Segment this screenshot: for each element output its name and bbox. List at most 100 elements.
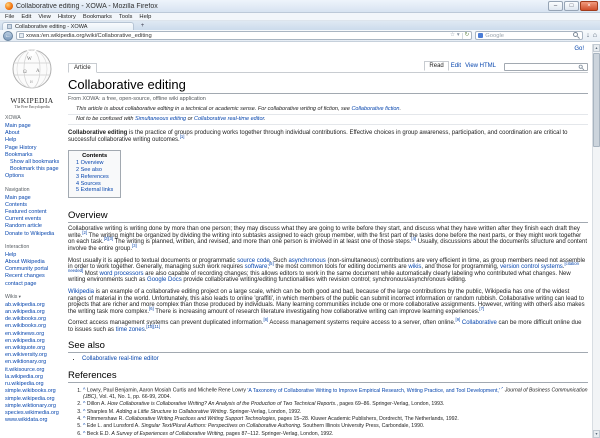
sidebar-link[interactable]: an.wikipedia.org <box>5 309 64 316</box>
sidebar-link[interactable]: Main page <box>5 123 64 130</box>
bookmark-star-icon[interactable] <box>450 33 455 39</box>
title-bar[interactable]: Collaborative editing - XOWA - Mozilla F… <box>0 0 600 13</box>
sidebar-link[interactable]: en.wikiversity.org <box>5 352 64 359</box>
sidebar-link[interactable]: en.wikipedia.org <box>5 338 64 345</box>
toc-item[interactable]: 1 Overview <box>76 160 113 167</box>
sidebar-link[interactable]: it.wikisource.org <box>5 367 64 374</box>
article-link[interactable]: source code <box>237 258 270 264</box>
sidebar-link[interactable]: About <box>5 130 64 137</box>
article-link[interactable]: Simultaneous editing <box>135 116 186 122</box>
scrollbar-thumb[interactable] <box>593 53 600 147</box>
sidebar-link[interactable]: Current events <box>5 216 64 223</box>
sidebar-link[interactable]: Contents <box>5 202 64 209</box>
tab-article[interactable]: Article <box>68 63 97 73</box>
toc-item[interactable]: 2 See also <box>76 167 113 174</box>
sidebar-section-title[interactable]: Wikis ▾ <box>5 294 64 300</box>
citation-link[interactable]: [2][3] <box>104 236 113 241</box>
maximize-button[interactable] <box>564 1 579 11</box>
url-input[interactable]: xowa:/en.wikipedia.org/wiki/Collaborativ… <box>26 33 448 39</box>
article-link[interactable]: wikis <box>408 264 421 270</box>
sidebar-link[interactable]: en.wiktionary.org <box>5 359 64 366</box>
article-link[interactable]: Collaborative fiction <box>351 106 399 112</box>
menu-file[interactable]: File <box>5 14 14 20</box>
back-button[interactable] <box>3 31 13 41</box>
menu-help[interactable]: Help <box>139 14 151 20</box>
article-search-icon[interactable] <box>579 64 585 70</box>
tab-view-html[interactable]: View HTML <box>463 62 498 70</box>
sidebar-link[interactable]: Page History <box>5 145 64 152</box>
citation-link[interactable]: [1] <box>180 134 185 139</box>
google-icon <box>478 33 483 38</box>
close-button[interactable] <box>580 1 598 11</box>
sidebar-link[interactable]: Help <box>5 252 64 259</box>
sidebar-link[interactable]: Bookmark this page <box>5 166 64 173</box>
sidebar-link[interactable]: en.wikiquote.org <box>5 345 64 352</box>
menu-bookmarks[interactable]: Bookmarks <box>83 14 112 20</box>
url-dropdown-icon[interactable] <box>457 33 460 39</box>
downloads-icon[interactable] <box>586 32 590 39</box>
article-link[interactable]: word processors <box>99 271 143 277</box>
sidebar-link[interactable]: Bookmarks <box>5 152 64 159</box>
sidebar-link[interactable]: Help <box>5 137 64 144</box>
article-link[interactable]: Collaborative real-time editor <box>194 116 264 122</box>
menu-edit[interactable]: Edit <box>21 14 31 20</box>
toc-item[interactable]: 4 Sources <box>76 181 113 188</box>
go-link[interactable]: Go! <box>574 46 584 52</box>
menu-tools[interactable]: Tools <box>119 14 133 20</box>
sidebar-link[interactable]: simple.wikibooks.org <box>5 388 64 395</box>
article-link[interactable]: version control systems <box>500 264 563 270</box>
sidebar-link[interactable]: ru.wikipedia.org <box>5 381 64 388</box>
url-bar[interactable]: xowa:/en.wikipedia.org/wiki/Collaborativ… <box>16 31 472 40</box>
new-tab-button[interactable]: + <box>136 23 149 30</box>
article-link[interactable]: Collaborative <box>462 320 497 326</box>
sidebar-link[interactable]: simple.wikipedia.org <box>5 396 64 403</box>
sidebar-link[interactable]: en.wikibooks.org <box>5 323 64 330</box>
tab-edit[interactable]: Edit <box>449 62 463 70</box>
article-link[interactable]: Wikipedia <box>68 289 94 295</box>
sidebar-link[interactable]: Recent changes <box>5 273 64 280</box>
sidebar-link[interactable]: About Wikipedia <box>5 259 64 266</box>
scroll-up-icon[interactable] <box>593 44 600 52</box>
home-icon[interactable] <box>593 32 597 39</box>
scrollbar[interactable] <box>592 44 600 438</box>
sidebar-link[interactable]: Featured content <box>5 209 64 216</box>
sidebar-link[interactable]: la.wikipedia.org <box>5 374 64 381</box>
article-link[interactable]: 'A Taxonomy of Collaborative Writing to … <box>247 388 503 394</box>
sidebar-link[interactable]: Main page <box>5 195 64 202</box>
sidebar-link[interactable]: contact page <box>5 281 64 288</box>
citation-link[interactable]: [7] <box>479 306 484 311</box>
sidebar-link[interactable]: ab.wikipedia.org <box>5 302 64 309</box>
citation-link[interactable]: [3] <box>132 243 137 248</box>
article-link[interactable]: Collaborative real-time editor <box>82 356 159 362</box>
article-link[interactable]: software <box>245 264 268 270</box>
toc-item[interactable]: 5 External links <box>76 187 113 194</box>
menu-history[interactable]: History <box>58 14 76 20</box>
citation-link[interactable]: [10][11] <box>146 324 160 329</box>
sidebar-link[interactable]: Options <box>5 173 64 180</box>
sidebar-link[interactable]: Random article <box>5 223 64 230</box>
sidebar-link[interactable]: Donate to Wikipedia <box>5 231 64 238</box>
sidebar-link[interactable]: en.wikinews.org <box>5 331 64 338</box>
chevron-down-icon[interactable]: ▾ <box>17 294 21 299</box>
sidebar-link[interactable]: Show all bookmarks <box>5 159 64 166</box>
browser-search-box[interactable]: Google <box>475 31 583 40</box>
article-search-input[interactable] <box>504 63 588 71</box>
sidebar-link[interactable]: Community portal <box>5 266 64 273</box>
browser-tab[interactable]: Collaborative editing - XOWA <box>2 22 134 30</box>
tab-read[interactable]: Read <box>424 61 448 71</box>
search-icon[interactable] <box>573 32 580 39</box>
minimize-button[interactable] <box>548 1 563 11</box>
article-link[interactable]: time zones <box>116 327 145 333</box>
sidebar-link[interactable]: www.wikidata.org <box>5 417 64 424</box>
page-viewport: W A Ω и WIKIPEDIA The Free Encyclopedia … <box>0 44 600 438</box>
reload-icon[interactable] <box>465 33 470 39</box>
sidebar-link[interactable]: de.wikibooks.org <box>5 316 64 323</box>
article-link[interactable]: asynchronous <box>288 258 325 264</box>
article-link[interactable]: Google Docs <box>147 277 182 283</box>
menu-view[interactable]: View <box>38 14 50 20</box>
toc-item[interactable]: 3 References <box>76 174 113 181</box>
sidebar-link[interactable]: simple.wiktionary.org <box>5 403 64 410</box>
sidebar-link[interactable]: species.wikimedia.org <box>5 410 64 417</box>
wikipedia-logo[interactable]: W A Ω и <box>10 46 54 90</box>
scroll-down-icon[interactable] <box>593 430 600 438</box>
